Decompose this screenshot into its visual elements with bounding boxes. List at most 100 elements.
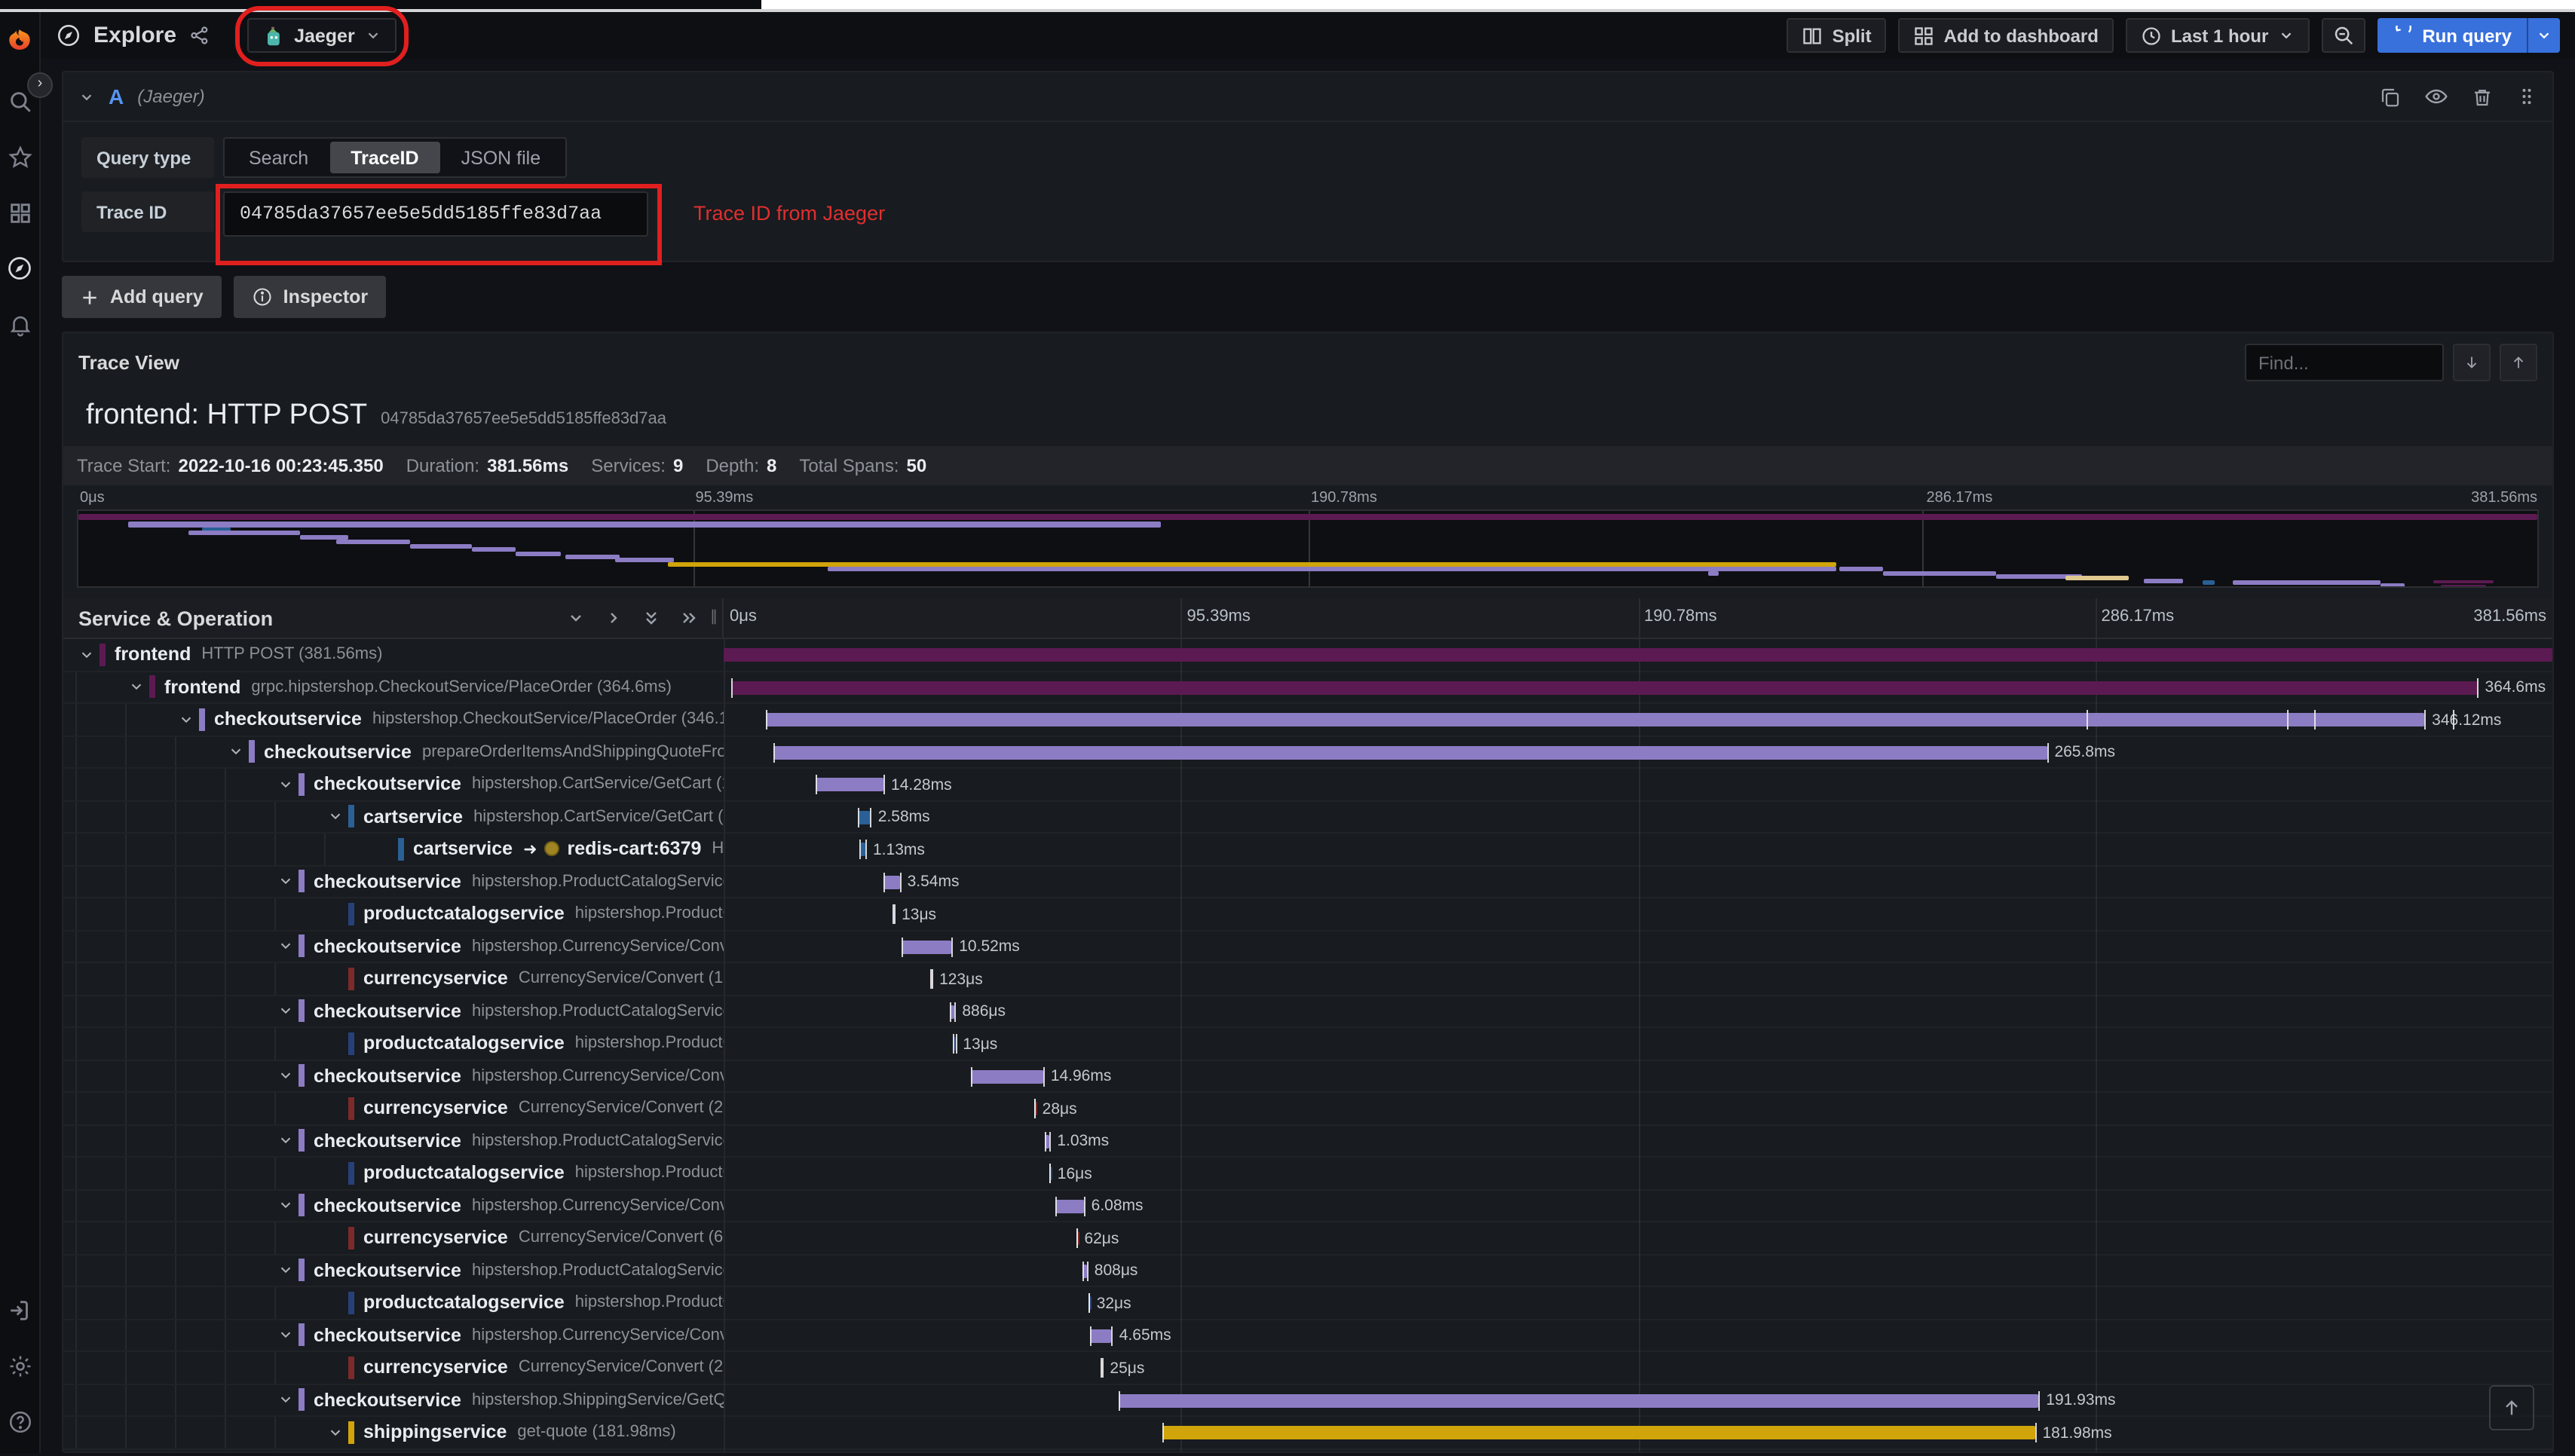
span-timeline-cell[interactable]: 32μs — [724, 1287, 2552, 1318]
find-next-button[interactable] — [2453, 344, 2491, 381]
span-row[interactable]: checkoutservice hipstershop.ShippingServi… — [63, 1384, 2552, 1417]
span-row[interactable]: productcatalogservice hipstershop.Product… — [63, 1158, 2552, 1190]
span-timeline-cell[interactable]: 28μs — [724, 1093, 2552, 1124]
span-name-cell[interactable]: frontend grpc.hipstershop.CheckoutService… — [63, 671, 724, 702]
span-row[interactable]: currencyservice CurrencyService/Convert (… — [63, 963, 2552, 996]
span-timeline-cell[interactable]: 16μs — [724, 1158, 2552, 1188]
span-row[interactable]: checkoutservice hipstershop.CheckoutServi… — [63, 704, 2552, 736]
span-timeline-cell[interactable]: 2.58ms — [724, 801, 2552, 832]
alerting-bell-icon[interactable] — [6, 310, 33, 338]
span-name-cell[interactable]: cartservice hipstershop.CartService/GetCa… — [63, 801, 724, 832]
run-query-button[interactable]: Run query — [2377, 18, 2527, 53]
span-timeline-cell[interactable]: 4.65ms — [724, 1320, 2552, 1350]
span-collapse-chevron-icon[interactable] — [324, 1424, 345, 1441]
span-row[interactable]: checkoutservice hipstershop.CurrencyServi… — [63, 1060, 2552, 1093]
span-row[interactable]: checkoutservice hipstershop.ProductCatalo… — [63, 1255, 2552, 1287]
collapse-chevron-icon[interactable] — [78, 88, 95, 105]
span-collapse-chevron-icon[interactable] — [274, 776, 295, 793]
span-collapse-chevron-icon[interactable] — [225, 744, 246, 760]
sidebar-expand-button[interactable]: › — [27, 72, 53, 98]
trace-id-input[interactable] — [223, 191, 648, 237]
explore-nav-icon[interactable] — [6, 255, 33, 282]
span-name-cell[interactable]: currencyservice CurrencyService/Convert (… — [63, 1093, 724, 1124]
span-row[interactable]: checkoutservice hipstershop.CurrencyServi… — [63, 1320, 2552, 1352]
span-name-cell[interactable]: checkoutservice hipstershop.ShippingServi… — [63, 1384, 724, 1415]
span-timeline-cell[interactable]: 10.52ms — [724, 931, 2552, 962]
span-name-cell[interactable]: checkoutservice hipstershop.CurrencyServi… — [63, 1060, 724, 1091]
time-range-picker[interactable]: Last 1 hour — [2125, 18, 2310, 53]
span-collapse-chevron-icon[interactable] — [274, 1133, 295, 1149]
span-timeline-cell[interactable]: 25μs — [724, 1352, 2552, 1383]
add-to-dashboard-button[interactable]: Add to dashboard — [1898, 18, 2114, 53]
scroll-to-top-button[interactable] — [2489, 1385, 2534, 1430]
span-row[interactable]: cartservice hipstershop.CartService/GetCa… — [63, 801, 2552, 834]
span-duration-bar[interactable] — [724, 648, 2552, 662]
span-row[interactable]: shippingservice get-quote (181.98ms) 181.9… — [63, 1417, 2552, 1449]
zoom-out-button[interactable] — [2321, 18, 2365, 53]
span-name-cell[interactable]: shippingservice get-quote (181.98ms) — [63, 1417, 724, 1448]
span-name-cell[interactable]: productcatalogservice hipstershop.Product… — [63, 1287, 724, 1318]
share-icon[interactable] — [188, 24, 211, 47]
span-row[interactable]: frontend grpc.hipstershop.CheckoutService… — [63, 671, 2552, 704]
span-collapse-chevron-icon[interactable] — [75, 647, 96, 663]
span-duration-bar[interactable] — [765, 713, 2425, 726]
sign-in-icon[interactable] — [6, 1296, 33, 1323]
grafana-logo[interactable] — [6, 27, 33, 54]
span-name-cell[interactable]: checkoutservice hipstershop.ProductCatalo… — [63, 1255, 724, 1286]
span-duration-bar[interactable] — [1055, 1199, 1084, 1213]
span-row[interactable]: checkoutservice prepareOrderItemsAndShipp… — [63, 736, 2552, 769]
span-timeline-cell[interactable]: 6.08ms — [724, 1190, 2552, 1221]
span-name-cell[interactable]: checkoutservice hipstershop.CurrencyServi… — [63, 1190, 724, 1221]
span-name-cell[interactable]: frontend HTTP POST (381.56ms) — [63, 639, 724, 670]
span-row[interactable]: productcatalogservice hipstershop.Product… — [63, 1287, 2552, 1320]
find-prev-button[interactable] — [2500, 344, 2537, 381]
span-name-cell[interactable]: productcatalogservice hipstershop.Product… — [63, 1158, 724, 1188]
column-resizer[interactable]: ∥ — [710, 609, 719, 626]
span-row[interactable]: frontend HTTP POST (381.56ms) — [63, 639, 2552, 671]
span-row[interactable]: checkoutservice hipstershop.ProductCatalo… — [63, 866, 2552, 898]
add-query-button[interactable]: Add query — [62, 276, 222, 318]
span-timeline-cell[interactable]: 1.03ms — [724, 1125, 2552, 1156]
span-collapse-chevron-icon[interactable] — [274, 1262, 295, 1279]
split-button[interactable]: Split — [1787, 18, 1887, 53]
span-row[interactable]: cartservice ➜ redis-cart:6379 HGET (1.13ms)… — [63, 834, 2552, 866]
help-icon[interactable] — [6, 1408, 33, 1435]
span-timeline-cell[interactable]: 13μs — [724, 1028, 2552, 1059]
span-timeline-cell[interactable]: 364.6ms — [724, 671, 2552, 702]
span-row[interactable]: currencyservice CurrencyService/Convert (… — [63, 1352, 2552, 1384]
span-name-cell[interactable]: checkoutservice prepareOrderItemsAndShipp… — [63, 736, 724, 767]
span-collapse-chevron-icon[interactable] — [274, 1068, 295, 1084]
query-type-option-search[interactable]: Search — [228, 142, 329, 173]
span-timeline-cell[interactable] — [724, 639, 2552, 670]
span-row[interactable]: currencyservice CurrencyService/Convert (… — [63, 1222, 2552, 1255]
span-timeline-cell[interactable]: 265.8ms — [724, 736, 2552, 767]
span-name-cell[interactable]: checkoutservice hipstershop.CurrencyServi… — [63, 931, 724, 962]
span-collapse-chevron-icon[interactable] — [274, 1198, 295, 1214]
span-timeline-cell[interactable]: 13μs — [724, 898, 2552, 929]
span-name-cell[interactable]: checkoutservice hipstershop.ProductCatalo… — [63, 866, 724, 897]
span-duration-bar[interactable] — [901, 940, 952, 953]
starred-icon[interactable] — [6, 143, 33, 170]
span-row[interactable]: checkoutservice hipstershop.ProductCatalo… — [63, 996, 2552, 1028]
span-collapse-chevron-icon[interactable] — [175, 711, 196, 728]
span-duration-bar[interactable] — [1089, 1329, 1112, 1342]
drag-handle-icon[interactable] — [2516, 86, 2537, 107]
span-timeline-cell[interactable]: 14.28ms — [724, 769, 2552, 800]
query-type-option-json-file[interactable]: JSON file — [440, 142, 562, 173]
span-collapse-chevron-icon[interactable] — [324, 809, 345, 825]
span-collapse-chevron-icon[interactable] — [274, 873, 295, 890]
span-duration-bar[interactable] — [773, 745, 2047, 759]
span-row[interactable]: checkoutservice hipstershop.CartService/G… — [63, 769, 2552, 801]
span-collapse-chevron-icon[interactable] — [274, 938, 295, 955]
span-timeline-cell[interactable]: 346.12ms — [724, 704, 2552, 735]
datasource-picker[interactable]: Jaeger — [247, 18, 397, 53]
span-duration-bar[interactable] — [1162, 1426, 2035, 1439]
span-timeline-cell[interactable]: 191.93ms — [724, 1384, 2552, 1415]
span-row[interactable]: checkoutservice hipstershop.ProductCatalo… — [63, 1125, 2552, 1158]
span-name-cell[interactable]: checkoutservice hipstershop.CurrencyServi… — [63, 1320, 724, 1350]
span-timeline-cell[interactable]: 808μs — [724, 1255, 2552, 1286]
span-timeline-cell[interactable]: 123μs — [724, 963, 2552, 994]
expand-one-icon[interactable] — [605, 609, 623, 627]
span-timeline-cell[interactable]: 1.13ms — [724, 834, 2552, 864]
span-timeline-cell[interactable]: 3.54ms — [724, 866, 2552, 897]
